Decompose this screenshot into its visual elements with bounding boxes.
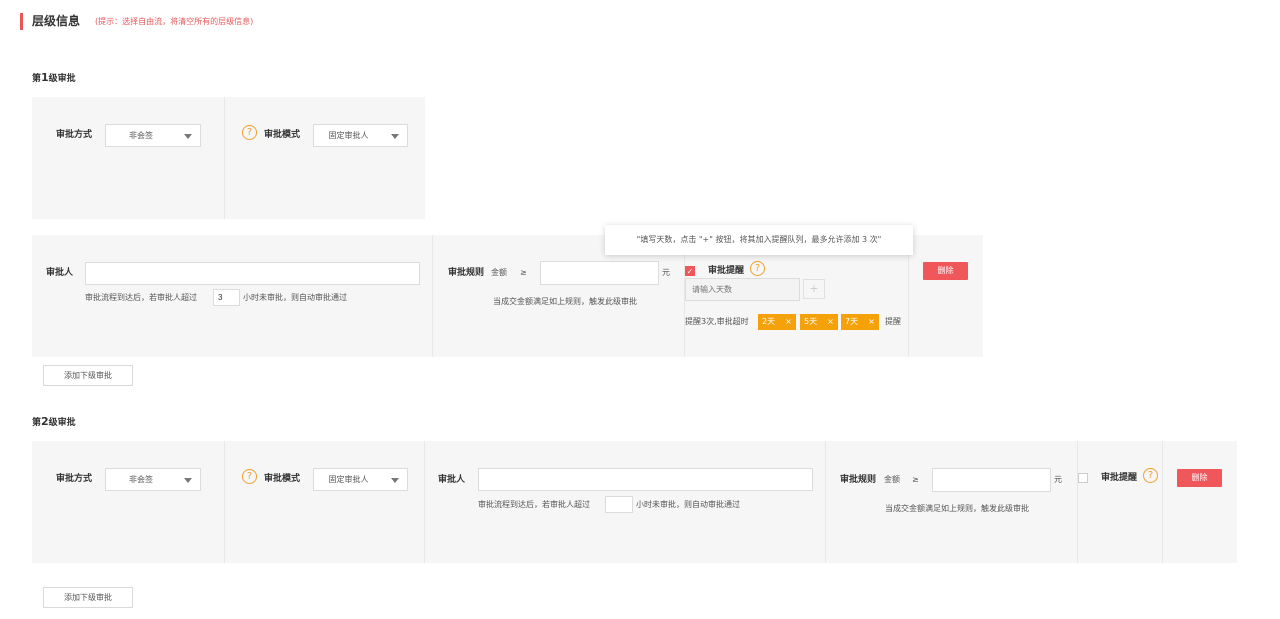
level-2-title-suffix: 级审批 (48, 418, 76, 428)
approver-input[interactable] (478, 468, 813, 491)
method-select-value: 非会签 (129, 131, 153, 140)
method-label: 审批方式 (56, 130, 93, 140)
remind-suffix: 提醒 (885, 317, 901, 326)
timeout-prefix: 审批流程到达后，若审批人超过 (478, 500, 590, 509)
method-select-value: 非会签 (129, 475, 153, 484)
level-2-panel (32, 441, 1237, 563)
amount-input[interactable] (932, 468, 1051, 492)
day-tag-label: 2天 (762, 317, 776, 326)
timeout-prefix: 审批流程到达后，若审批人超过 (85, 293, 197, 302)
day-tag: 7天 × (841, 314, 879, 330)
caret-down-icon (391, 134, 399, 139)
help-icon[interactable]: ? (1143, 468, 1158, 483)
caret-down-icon (184, 134, 192, 139)
remind-prefix: 提醒3次,审批超时 (685, 317, 749, 326)
mode-select-value: 固定审批人 (328, 475, 369, 484)
level-1-title-number: 1 (41, 71, 49, 84)
level-1-method-panel (32, 97, 425, 219)
amount-input[interactable] (540, 261, 659, 285)
rule-description: 当成交金额满足如上规则，触发此级审批 (493, 297, 637, 306)
help-icon[interactable]: ? (242, 125, 257, 140)
days-input[interactable] (685, 278, 800, 301)
divider (432, 235, 433, 357)
section-accent-bar (20, 13, 23, 30)
method-label: 审批方式 (56, 474, 93, 484)
add-next-level-button[interactable]: 添加下级审批 (43, 365, 133, 386)
caret-down-icon (184, 478, 192, 483)
approver-label: 审批人 (438, 475, 466, 485)
gte-symbol: ≥ (912, 475, 919, 484)
remind-checkbox[interactable] (1078, 473, 1088, 483)
timeout-hours-input[interactable] (605, 496, 633, 513)
level-1-title-prefix: 第 (32, 74, 42, 84)
delete-button[interactable]: 删除 (1177, 469, 1222, 487)
close-icon[interactable]: × (868, 317, 875, 326)
mode-select[interactable]: 固定审批人 (313, 468, 408, 491)
rule-label: 审批规则 (448, 268, 485, 278)
divider (825, 441, 826, 563)
amount-label: 金额 (884, 475, 900, 484)
mode-label: 审批模式 (264, 130, 301, 140)
approver-input[interactable] (85, 262, 420, 285)
caret-down-icon (391, 478, 399, 483)
amount-label: 金额 (491, 268, 507, 277)
remind-tooltip: "填写天数，点击 "+" 按钮，将其加入提醒队列，最多允许添加 3 次" (605, 225, 913, 255)
divider (224, 441, 225, 563)
add-next-level-button[interactable]: 添加下级审批 (43, 587, 133, 608)
day-tag-label: 7天 (845, 317, 859, 326)
delete-button[interactable]: 删除 (923, 262, 968, 280)
day-tag: 2天 × (758, 314, 796, 330)
gte-symbol: ≥ (520, 268, 527, 277)
mode-label: 审批模式 (264, 474, 301, 484)
divider (224, 97, 225, 219)
close-icon[interactable]: × (827, 317, 834, 326)
help-icon[interactable]: ? (750, 261, 765, 276)
level-1-title-suffix: 级审批 (48, 74, 76, 84)
unit-label: 元 (1054, 475, 1062, 484)
level-2-title-prefix: 第 (32, 418, 42, 428)
help-icon[interactable]: ? (242, 469, 257, 484)
add-day-button[interactable]: + (803, 279, 825, 299)
rule-description: 当成交金额满足如上规则，触发此级审批 (885, 504, 1029, 513)
day-tag-label: 5天 (804, 317, 818, 326)
timeout-suffix: 小时未审批，则自动审批通过 (243, 293, 347, 302)
timeout-hours-input[interactable] (213, 289, 240, 306)
method-select[interactable]: 非会签 (105, 468, 201, 491)
section-title: 层级信息 (32, 14, 81, 28)
timeout-suffix: 小时未审批，则自动审批通过 (636, 500, 740, 509)
remind-label: 审批提醒 (708, 266, 745, 276)
level-2-title-number: 2 (41, 415, 49, 428)
divider (1077, 441, 1078, 563)
divider (424, 441, 425, 563)
approver-label: 审批人 (46, 268, 74, 278)
unit-label: 元 (662, 268, 670, 277)
section-hint: (提示：选择自由流，将清空所有的层级信息) (95, 17, 254, 26)
close-icon[interactable]: × (785, 317, 792, 326)
mode-select[interactable]: 固定审批人 (313, 124, 408, 147)
day-tag: 5天 × (800, 314, 838, 330)
level-2-title: 第2级审批 (32, 415, 76, 428)
method-select[interactable]: 非会签 (105, 124, 201, 147)
rule-label: 审批规则 (840, 475, 877, 485)
mode-select-value: 固定审批人 (328, 131, 369, 140)
remind-label: 审批提醒 (1101, 473, 1138, 483)
divider (1162, 441, 1163, 563)
remind-checkbox[interactable]: ✓ (685, 266, 695, 276)
level-1-title: 第1级审批 (32, 71, 76, 84)
